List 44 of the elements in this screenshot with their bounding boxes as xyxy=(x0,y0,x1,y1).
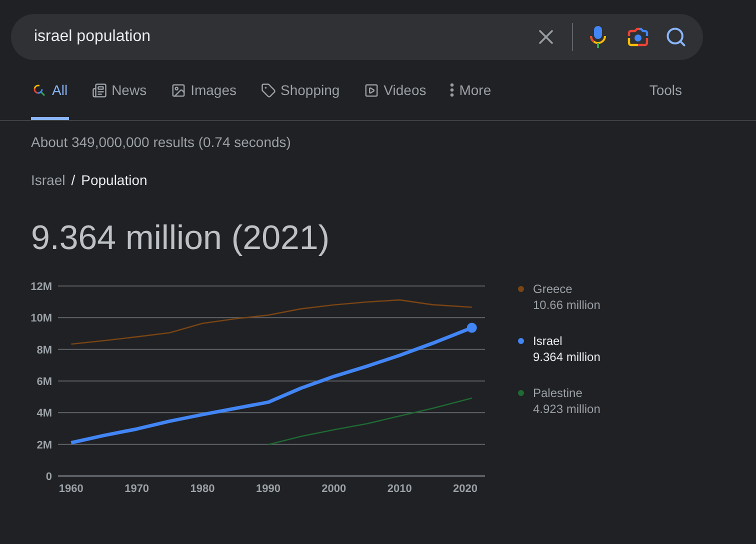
image-icon xyxy=(170,82,186,98)
tag-icon xyxy=(260,82,276,98)
search-icon xyxy=(32,82,47,98)
search-icon[interactable] xyxy=(665,26,687,48)
newspaper-icon xyxy=(92,82,107,98)
search-input[interactable]: israel population xyxy=(32,27,520,47)
axis-label: 2M xyxy=(36,439,52,452)
camera-icon[interactable] xyxy=(627,27,649,47)
headline-value: 9.364 million (2021) xyxy=(31,219,331,258)
tools-button[interactable]: Tools xyxy=(649,60,682,120)
search-field[interactable]: israel population xyxy=(11,14,703,60)
legend-value: 4.923 million xyxy=(533,401,600,417)
more-icon xyxy=(450,83,454,97)
legend-value: 9.364 million xyxy=(533,349,600,365)
tab[interactable]: All xyxy=(31,60,69,120)
axis-label: 2010 xyxy=(387,483,412,494)
axis-label: 6M xyxy=(36,376,52,388)
tab[interactable]: More xyxy=(449,60,492,120)
axis-label: 1970 xyxy=(124,483,150,494)
tab[interactable]: News xyxy=(90,60,148,120)
axis-label: 1990 xyxy=(256,483,280,494)
axis-label: 0 xyxy=(46,471,52,483)
point-marker xyxy=(466,322,477,333)
axis-label: 12M xyxy=(30,281,52,293)
legend-name[interactable]: Palestine xyxy=(533,385,600,401)
microphone-icon[interactable] xyxy=(587,25,609,49)
legend-name[interactable]: Israel xyxy=(533,333,600,349)
axis-label: 1960 xyxy=(58,483,84,494)
breadcrumb-current: Population xyxy=(81,172,148,188)
axis-label: 10M xyxy=(30,312,52,325)
play-icon xyxy=(364,82,379,98)
axis-label: 2000 xyxy=(322,483,346,494)
axis-label: 4M xyxy=(36,408,52,420)
axis-label: 1980 xyxy=(190,483,215,494)
axis-label: 8M xyxy=(36,344,52,356)
legend-name[interactable]: Greece xyxy=(533,281,600,297)
tab[interactable]: Shopping xyxy=(260,60,341,120)
tab[interactable]: Images xyxy=(170,60,238,120)
legend-value: 10.66 million xyxy=(533,297,600,313)
tab[interactable]: Videos xyxy=(362,60,428,120)
breadcrumb-link[interactable]: Israel xyxy=(31,172,66,188)
breadcrumb-separator: / xyxy=(71,172,76,188)
result-stats: About 349,000,000 results (0.74 seconds) xyxy=(31,134,292,150)
axis-label: 2020 xyxy=(453,483,478,494)
